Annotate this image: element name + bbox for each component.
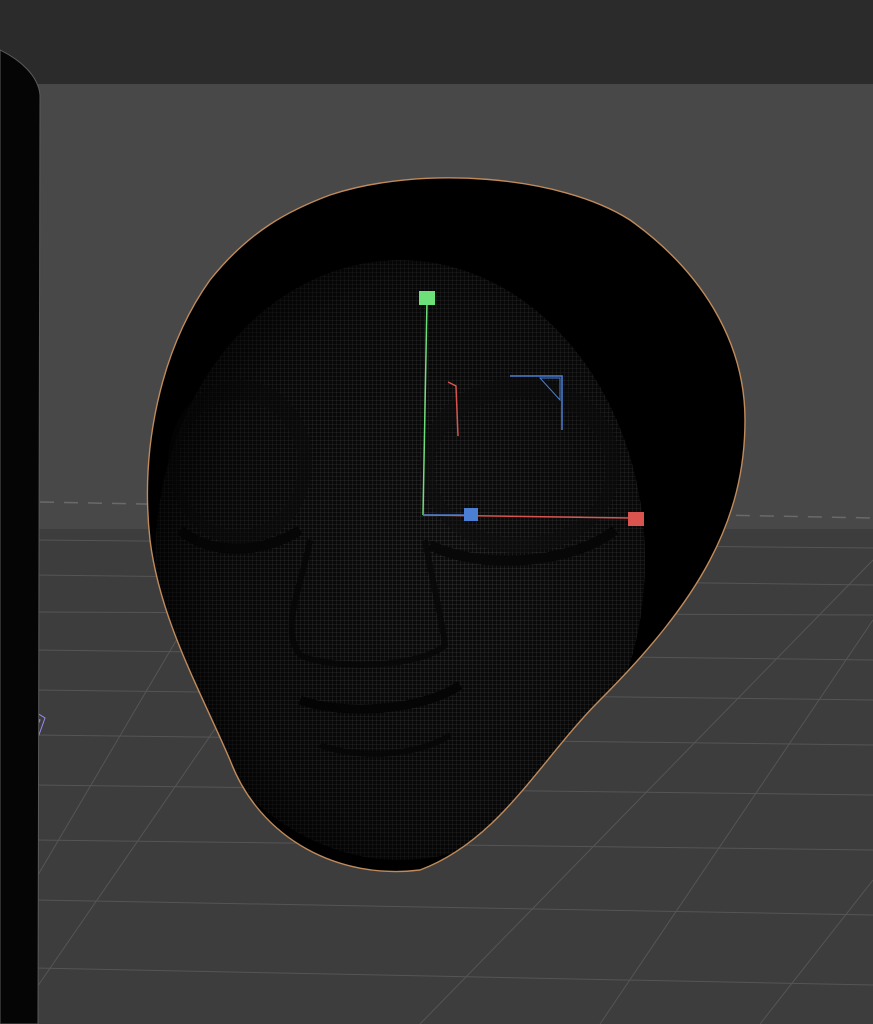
center-handle[interactable] xyxy=(464,508,478,521)
x-axis-handle[interactable] xyxy=(628,512,644,526)
viewport-canvas[interactable] xyxy=(0,0,873,1024)
side-object[interactable] xyxy=(0,49,41,1024)
3d-viewport[interactable] xyxy=(0,0,873,1024)
y-axis-handle[interactable] xyxy=(419,291,435,305)
